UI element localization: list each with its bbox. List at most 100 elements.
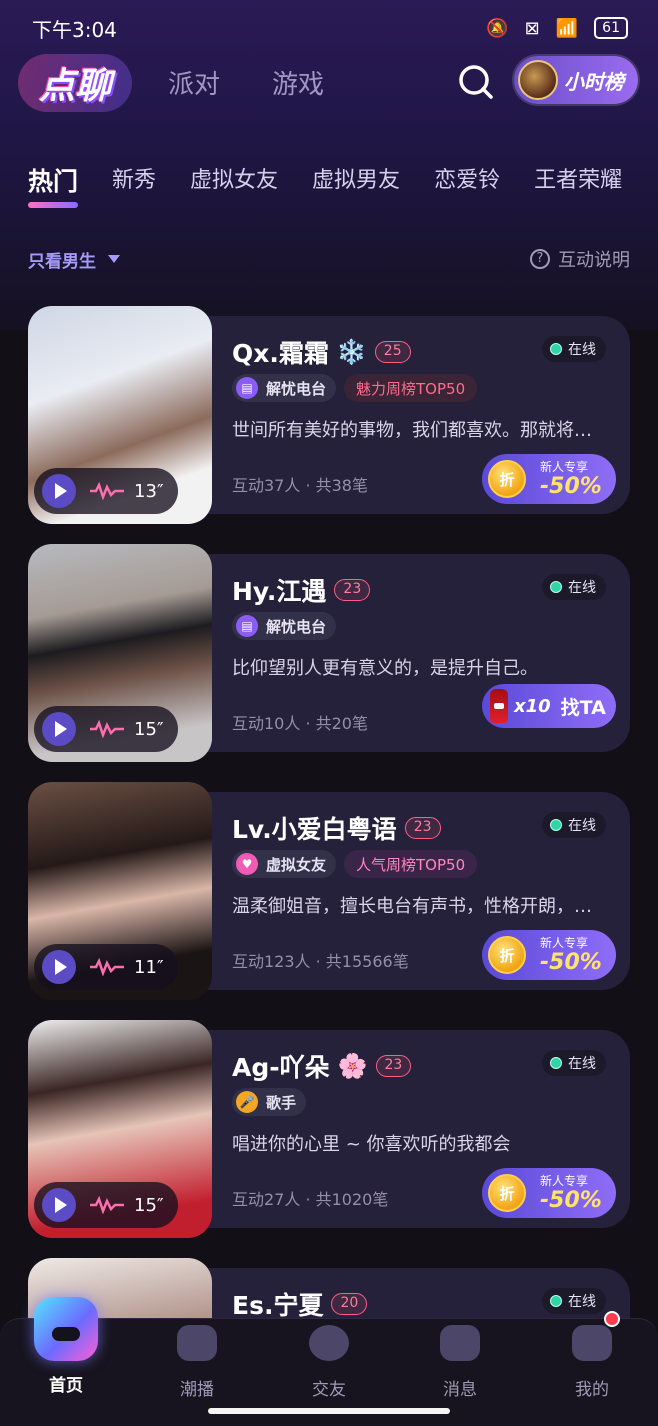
filter-row: 只看男生 ? 互动说明 bbox=[28, 244, 630, 274]
tab-label: 首页 bbox=[49, 1376, 83, 1396]
microphone-icon: 🎤 bbox=[236, 1091, 258, 1113]
online-label: 在线 bbox=[568, 342, 596, 358]
rank-tag: 魅力周榜TOP50 bbox=[344, 374, 478, 402]
level-badge: 20 bbox=[331, 1293, 368, 1315]
host-name-row: Es.宁夏 20 bbox=[232, 1286, 368, 1322]
profile-icon bbox=[572, 1325, 612, 1361]
tab-label: 我的 bbox=[575, 1380, 609, 1400]
online-label: 在线 bbox=[568, 818, 596, 834]
promo-discount: -50% bbox=[540, 1187, 602, 1213]
cola-bottle-icon bbox=[490, 689, 508, 723]
host-tags: ♥ 虚拟女友 人气周榜TOP50 bbox=[232, 850, 478, 878]
online-status: 在线 bbox=[542, 1288, 606, 1314]
host-description: 唱进你的心里 ~ 你喜欢听的我都会 bbox=[232, 1134, 511, 1155]
host-photo: 11″ bbox=[28, 782, 212, 1000]
search-icon[interactable] bbox=[456, 62, 496, 102]
promo-discount: -50% bbox=[540, 473, 602, 499]
category-tab-virtual-boyfriend[interactable]: 虚拟男友 bbox=[312, 162, 400, 212]
sim-icon: ⊠ bbox=[524, 17, 540, 39]
top-nav: 派对 游戏 bbox=[168, 64, 324, 101]
tag-singer: 🎤 歌手 bbox=[232, 1088, 307, 1116]
host-stats: 互动10人 · 共20笔 bbox=[232, 714, 368, 733]
category-tab-honor-of-kings[interactable]: 王者荣耀 bbox=[534, 162, 622, 212]
online-dot-icon bbox=[550, 819, 562, 831]
notification-dot bbox=[604, 1311, 620, 1327]
tab-social[interactable]: 交友 bbox=[279, 1319, 379, 1400]
app-header: 点聊 派对 游戏 小时榜 bbox=[0, 52, 658, 118]
find-ta-button[interactable]: x10 找TA bbox=[482, 684, 616, 728]
tag-label: 解忧电台 bbox=[266, 379, 327, 398]
category-tab-virtual-girlfriend[interactable]: 虚拟女友 bbox=[190, 162, 278, 212]
mute-icon: 🔕 bbox=[486, 17, 509, 39]
host-name-row: Hy.江遇 23 bbox=[232, 572, 371, 608]
top-nav-games[interactable]: 游戏 bbox=[272, 64, 324, 101]
snowflake-emoji: ❄️ bbox=[336, 338, 367, 366]
host-card[interactable]: 11″ Lv.小爱白粤语 23 在线 ♥ 虚拟女友 人气周榜TOP50 温柔御姐… bbox=[28, 782, 630, 1000]
wifi-icon: 📶 bbox=[555, 17, 579, 39]
waveform-icon bbox=[90, 1196, 124, 1214]
message-icon bbox=[440, 1325, 480, 1361]
voice-intro-player[interactable]: 15″ bbox=[34, 706, 178, 752]
host-name: Qx.霜霜 bbox=[232, 339, 329, 368]
status-bar: 下午3:04 🔕 ⊠ 📶 61 bbox=[0, 0, 658, 56]
promo-discount: -50% bbox=[540, 949, 602, 975]
host-stats: 互动123人 · 共15566笔 bbox=[232, 952, 409, 971]
radio-icon: ▤ bbox=[236, 615, 258, 637]
category-tabs: 热门 新秀 虚拟女友 虚拟男友 恋爱铃 王者荣耀 bbox=[28, 162, 658, 212]
tab-trend[interactable]: 潮播 bbox=[147, 1319, 247, 1400]
tag-virtual-girlfriend: ♥ 虚拟女友 bbox=[232, 850, 337, 878]
online-dot-icon bbox=[550, 581, 562, 593]
gender-filter[interactable]: 只看男生 bbox=[28, 247, 120, 272]
online-label: 在线 bbox=[568, 580, 596, 596]
online-dot-icon bbox=[550, 1057, 562, 1069]
caret-down-icon bbox=[108, 255, 120, 263]
voice-duration: 13″ bbox=[134, 480, 164, 502]
gender-filter-label: 只看男生 bbox=[28, 251, 96, 272]
play-icon bbox=[42, 474, 76, 508]
host-stats: 互动37人 · 共38笔 bbox=[232, 476, 368, 495]
top-nav-party[interactable]: 派对 bbox=[168, 64, 220, 101]
find-ta-label: 找TA bbox=[560, 696, 606, 719]
play-icon bbox=[42, 950, 76, 984]
host-name: Es.宁夏 bbox=[232, 1291, 324, 1320]
host-description: 温柔御姐音，擅长电台有声书，性格开朗，… bbox=[232, 896, 592, 917]
play-icon bbox=[42, 1188, 76, 1222]
host-tags: 🎤 歌手 bbox=[232, 1088, 307, 1116]
online-label: 在线 bbox=[568, 1294, 596, 1310]
tab-profile[interactable]: 我的 bbox=[542, 1319, 642, 1400]
host-name: Lv.小爱白粤语 bbox=[232, 815, 397, 844]
tag-label: 虚拟女友 bbox=[266, 855, 327, 874]
host-name-row: Ag-吖朵 🌸 23 bbox=[232, 1048, 412, 1084]
category-tab-new[interactable]: 新秀 bbox=[112, 162, 156, 212]
tab-messages[interactable]: 消息 bbox=[410, 1319, 510, 1400]
category-tab-love-bell[interactable]: 恋爱铃 bbox=[434, 162, 500, 212]
online-dot-icon bbox=[550, 343, 562, 355]
voice-duration: 15″ bbox=[134, 1194, 164, 1216]
status-icons: 🔕 ⊠ 📶 61 bbox=[486, 17, 628, 39]
host-name: Ag-吖朵 bbox=[232, 1053, 330, 1082]
tag-radio: ▤ 解忧电台 bbox=[232, 612, 337, 640]
app-logo: 点聊 bbox=[18, 54, 132, 112]
help-icon: ? bbox=[530, 249, 550, 269]
host-card[interactable]: 13″ Qx.霜霜 ❄️ 25 在线 ▤ 解忧电台 魅力周榜TOP50 世间所有… bbox=[28, 306, 630, 524]
level-badge: 23 bbox=[404, 817, 441, 839]
heart-pulse-icon bbox=[309, 1325, 349, 1361]
interaction-help-link[interactable]: ? 互动说明 bbox=[530, 246, 630, 272]
rank-avatar bbox=[518, 60, 558, 100]
host-card[interactable]: 15″ Hy.江遇 23 在线 ▤ 解忧电台 比仰望别人更有意义的，是提升自己。… bbox=[28, 544, 630, 762]
waveform-icon bbox=[90, 720, 124, 738]
tab-home[interactable]: 首页 bbox=[16, 1297, 116, 1396]
tab-label: 消息 bbox=[443, 1380, 477, 1400]
host-card[interactable]: 15″ Ag-吖朵 🌸 23 在线 🎤 歌手 唱进你的心里 ~ 你喜欢听的我都会… bbox=[28, 1020, 630, 1238]
host-tags: ▤ 解忧电台 bbox=[232, 612, 337, 640]
category-tab-hot[interactable]: 热门 bbox=[28, 162, 78, 212]
newcomer-discount-button[interactable]: 折 新人专享 -50% bbox=[482, 930, 616, 980]
voice-intro-player[interactable]: 15″ bbox=[34, 1182, 178, 1228]
voice-intro-player[interactable]: 11″ bbox=[34, 944, 178, 990]
promo-subtitle: 新人专享 bbox=[540, 459, 589, 474]
voice-intro-player[interactable]: 13″ bbox=[34, 468, 178, 514]
newcomer-discount-button[interactable]: 折 新人专享 -50% bbox=[482, 1168, 616, 1218]
hourly-rank-button[interactable]: 小时榜 bbox=[514, 56, 638, 104]
rank-tag: 人气周榜TOP50 bbox=[344, 850, 478, 878]
newcomer-discount-button[interactable]: 折 新人专享 -50% bbox=[482, 454, 616, 504]
